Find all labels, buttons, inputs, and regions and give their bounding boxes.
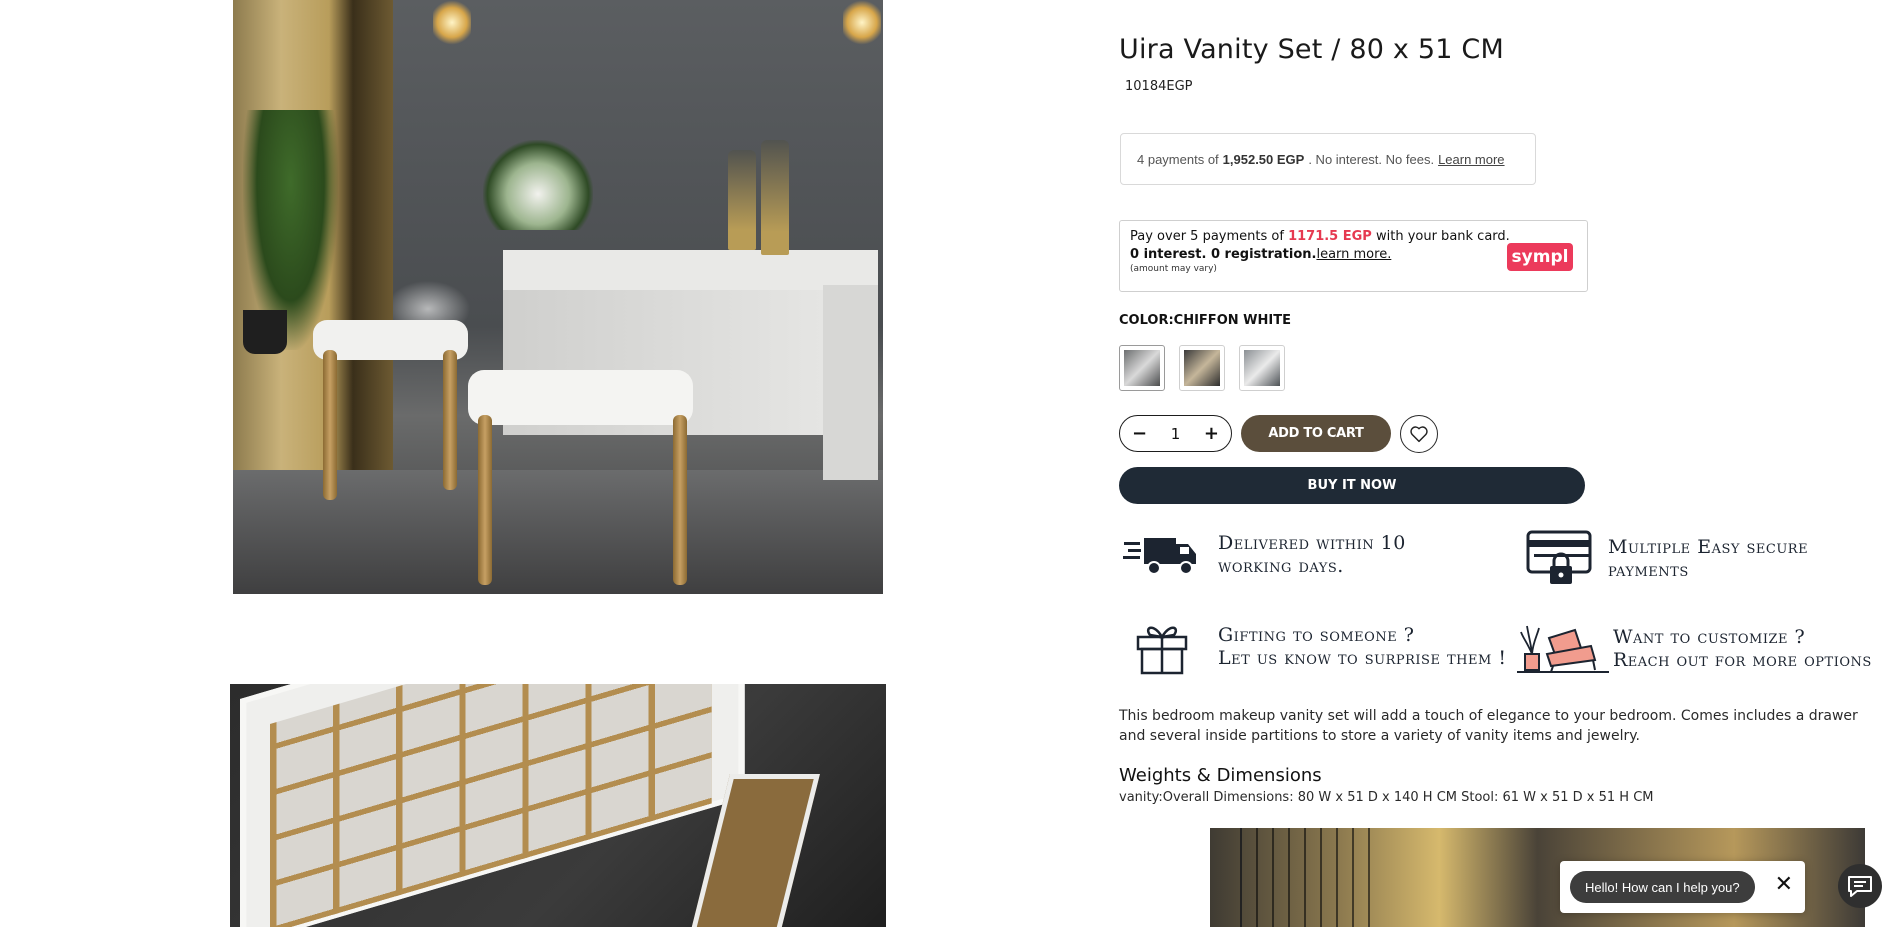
close-icon[interactable]: ✕ [1775, 874, 1793, 896]
chat-launcher-button[interactable] [1838, 864, 1882, 908]
installments-amount: 1,952.50 EGP [1222, 151, 1305, 167]
product-title: Uira Vanity Set / 80 x 51 CM [1119, 34, 1504, 65]
add-to-cart-button[interactable]: ADD TO CART [1241, 415, 1391, 452]
installments-widget: 4 payments of 1,952.50 EGP . No interest… [1120, 133, 1536, 185]
chat-icon [1848, 876, 1872, 897]
product-image-main[interactable] [233, 0, 883, 594]
buy-it-now-button[interactable]: BUY IT NOW [1119, 467, 1585, 504]
vanity-table-side [823, 285, 878, 480]
feature-line: payments [1608, 559, 1689, 581]
secure-payment-icon [1526, 530, 1592, 584]
chandelier [1240, 828, 1370, 927]
sympl-learn-more-link[interactable]: learn more. [1316, 247, 1391, 262]
sympl-terms: 0 interest. 0 registration. [1130, 247, 1317, 262]
installments-learn-more-link[interactable]: Learn more [1438, 152, 1504, 167]
product-image-secondary[interactable] [230, 684, 886, 927]
sympl-amount: 1171.5 EGP [1288, 229, 1372, 244]
color-swatch-3[interactable] [1239, 345, 1285, 391]
stool-front [468, 370, 693, 425]
feature-text: Multiple Easy secure payments [1608, 536, 1808, 582]
tray-partitions [270, 684, 712, 927]
swatch-image [1124, 350, 1160, 386]
product-price: 10184EGP [1125, 79, 1193, 94]
feature-line: Gifting to someone ? [1218, 624, 1415, 646]
swatch-image [1244, 350, 1280, 386]
feature-line: Multiple Easy secure [1608, 536, 1809, 558]
quantity-decrease-button[interactable]: − [1132, 423, 1147, 444]
stool-leg [443, 350, 457, 490]
armchair-icon [1517, 625, 1609, 673]
product-description: This bedroom makeup vanity set will add … [1119, 708, 1858, 744]
feature-line: working days. [1218, 555, 1344, 577]
heart-icon [1410, 426, 1428, 443]
feature-line: Want to customize ? [1613, 626, 1806, 648]
gift-icon [1136, 626, 1188, 675]
feature-line: Let us know to surprise them ! [1218, 647, 1507, 669]
sympl-widget: Pay over 5 payments of 1171.5 EGP with y… [1119, 220, 1588, 292]
candle-holder [728, 150, 756, 250]
flower-vase [483, 140, 593, 230]
feature-text: Delivered within 10 working days. [1218, 532, 1406, 578]
wall-sconce [433, 0, 471, 45]
stool-leg [478, 415, 492, 585]
vanity-table-top [503, 250, 878, 290]
wishlist-button[interactable] [1400, 415, 1438, 453]
weights-heading: Weights & Dimensions [1119, 765, 1322, 786]
feature-text: Gifting to someone ? Let us know to surp… [1218, 624, 1506, 670]
stool-leg [673, 415, 687, 585]
feature-payments: Multiple Easy secure payments [1524, 528, 1808, 590]
delivery-truck-icon [1123, 538, 1196, 575]
stool-leg [323, 350, 337, 500]
color-swatch-chiffon-white[interactable] [1119, 345, 1165, 391]
plant-pot [243, 310, 287, 354]
quantity-value[interactable]: 1 [1171, 425, 1181, 443]
candle-holder [761, 140, 789, 255]
quantity-increase-button[interactable]: + [1204, 423, 1219, 444]
quantity-stepper: − 1 + [1119, 415, 1232, 452]
sympl-line-1-prefix: Pay over 5 payments of [1130, 229, 1284, 244]
chat-greeting-popup[interactable]: Hello! How can I help you? ✕ [1560, 861, 1805, 913]
feature-customize: Want to customize ? Reach out for more o… [1517, 624, 1872, 674]
installments-suffix: . No interest. No fees. [1308, 151, 1435, 167]
wall-sconce [843, 0, 881, 45]
swatch-image [1184, 350, 1220, 386]
chat-greeting-text[interactable]: Hello! How can I help you? [1570, 871, 1755, 903]
installments-prefix: 4 payments of [1137, 151, 1219, 167]
feature-delivery: Delivered within 10 working days. [1122, 532, 1406, 578]
dimensions-text: vanity:Overall Dimensions: 80 W x 51 D x… [1119, 790, 1654, 805]
sympl-line-1: Pay over 5 payments of 1171.5 EGP with y… [1130, 229, 1577, 244]
feature-line: Reach out for more options [1613, 649, 1872, 671]
feature-text: Want to customize ? Reach out for more o… [1613, 626, 1872, 672]
color-swatch-2[interactable] [1179, 345, 1225, 391]
sympl-line-1-suffix: with your bank card. [1375, 229, 1510, 244]
feature-gifting: Gifting to someone ? Let us know to surp… [1132, 617, 1506, 677]
sympl-logo: sympl [1507, 243, 1573, 271]
color-label: COLOR:CHIFFON WHITE [1119, 313, 1291, 328]
feature-line: Delivered within 10 [1218, 532, 1406, 554]
